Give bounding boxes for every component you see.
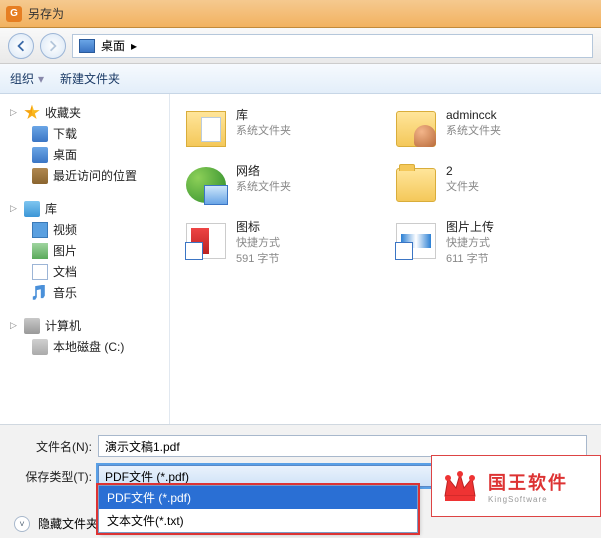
- organize-menu[interactable]: 组织 ▾: [10, 70, 44, 87]
- star-icon: [24, 105, 40, 121]
- filetype-option[interactable]: 文本文件(*.txt): [99, 509, 417, 532]
- network-icon: [186, 167, 226, 203]
- new-folder-button[interactable]: 新建文件夹: [60, 70, 120, 87]
- computer-icon: [24, 318, 40, 334]
- disk-icon: [32, 339, 48, 355]
- desktop-icon: [79, 39, 95, 53]
- sidebar-pictures[interactable]: 图片: [4, 240, 165, 261]
- nav-row: 桌面 ▸: [0, 28, 601, 64]
- crown-icon: [440, 466, 480, 506]
- download-icon: [32, 126, 48, 142]
- forward-button[interactable]: [40, 33, 66, 59]
- list-item[interactable]: 图标快捷方式591 字节: [180, 216, 390, 272]
- app-icon: G: [6, 6, 22, 22]
- sidebar-computer[interactable]: ▷计算机: [4, 315, 165, 336]
- library-folder-icon: [186, 111, 226, 147]
- sidebar: ▷收藏夹 下载 桌面 最近访问的位置 ▷库 视频 图片 文档 音乐 ▷计算机 本…: [0, 94, 170, 424]
- toolbar: 组织 ▾ 新建文件夹: [0, 64, 601, 94]
- filetype-dropdown[interactable]: PDF文件 (*.pdf) 文本文件(*.txt): [98, 485, 418, 533]
- filetype-label: 保存类型(T):: [14, 468, 92, 485]
- back-button[interactable]: [8, 33, 34, 59]
- watermark: 国王软件 KingSoftware: [431, 455, 601, 517]
- list-item[interactable]: 2文件夹: [390, 160, 600, 216]
- user-folder-icon: [396, 111, 436, 147]
- video-icon: [32, 222, 48, 238]
- filename-input[interactable]: [98, 435, 587, 457]
- watermark-subtext: KingSoftware: [488, 495, 568, 504]
- breadcrumb-root: 桌面: [101, 37, 125, 54]
- sidebar-documents[interactable]: 文档: [4, 261, 165, 282]
- shortcut-icon: [186, 223, 226, 259]
- chevron-down-icon: ▾: [38, 72, 44, 86]
- expand-icon[interactable]: ▷: [8, 203, 19, 214]
- sidebar-downloads[interactable]: 下载: [4, 123, 165, 144]
- breadcrumb[interactable]: 桌面 ▸: [72, 34, 593, 58]
- desktop-icon: [32, 147, 48, 163]
- picture-icon: [32, 243, 48, 259]
- sidebar-recent[interactable]: 最近访问的位置: [4, 165, 165, 186]
- window-title: 另存为: [28, 5, 64, 22]
- expand-icon[interactable]: ˅: [14, 516, 30, 532]
- watermark-text: 国王软件: [488, 469, 568, 495]
- expand-icon[interactable]: ▷: [8, 320, 19, 331]
- title-bar: G 另存为: [0, 0, 601, 28]
- sidebar-libraries[interactable]: ▷库: [4, 198, 165, 219]
- library-icon: [24, 201, 40, 217]
- filetype-option[interactable]: PDF文件 (*.pdf): [99, 486, 417, 509]
- folder-icon: [396, 168, 436, 202]
- filename-label: 文件名(N):: [14, 438, 92, 455]
- file-list[interactable]: 库系统文件夹 admincck系统文件夹 网络系统文件夹 2文件夹 图标快捷方式…: [170, 94, 601, 424]
- sidebar-favorites[interactable]: ▷收藏夹: [4, 102, 165, 123]
- sidebar-local-disk[interactable]: 本地磁盘 (C:): [4, 336, 165, 357]
- list-item[interactable]: admincck系统文件夹: [390, 104, 600, 160]
- document-icon: [32, 264, 48, 280]
- music-icon: [32, 285, 48, 301]
- list-item[interactable]: 库系统文件夹: [180, 104, 390, 160]
- sidebar-desktop[interactable]: 桌面: [4, 144, 165, 165]
- list-item[interactable]: 网络系统文件夹: [180, 160, 390, 216]
- sidebar-music[interactable]: 音乐: [4, 282, 165, 303]
- hide-folders-toggle[interactable]: 隐藏文件夹: [38, 515, 98, 532]
- shortcut-icon: [396, 223, 436, 259]
- recent-icon: [32, 168, 48, 184]
- chevron-right-icon: ▸: [131, 39, 137, 53]
- list-item[interactable]: 图片上传快捷方式611 字节: [390, 216, 600, 272]
- expand-icon[interactable]: ▷: [8, 107, 19, 118]
- sidebar-videos[interactable]: 视频: [4, 219, 165, 240]
